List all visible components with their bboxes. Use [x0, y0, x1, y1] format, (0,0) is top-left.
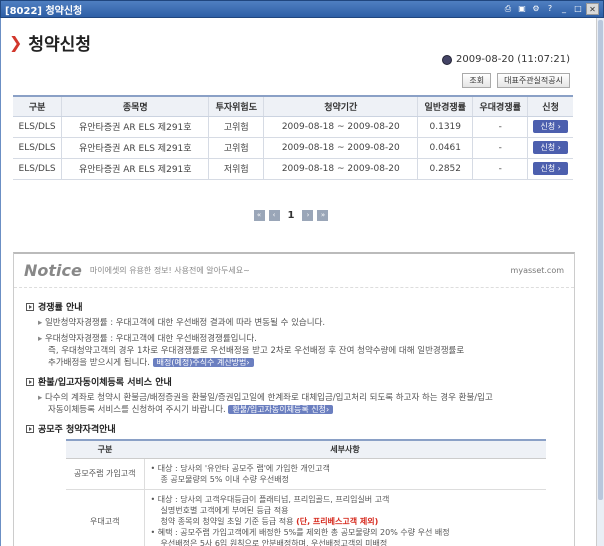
cell-pref: - [472, 158, 528, 180]
cell-name: 유안타증권 AR ELS 제291호 [61, 137, 209, 159]
apply-button[interactable]: 신청 › [533, 120, 568, 133]
table-row: ELS/DLS 유안타증권 AR ELS 제291호 저위험 2009-08-1… [13, 158, 573, 180]
col-header-apply: 신청 [527, 95, 573, 117]
cell-period: 2009-08-18 ~ 2009-08-20 [263, 158, 418, 180]
vertical-scrollbar[interactable] [596, 18, 604, 546]
detail-line: 실명번호별 고객에게 부여된 등급 적용 [160, 505, 289, 515]
bullet-icon [26, 377, 34, 386]
cell-general: 0.0461 [417, 137, 473, 159]
notice-line: 우대청약자경쟁률 : 우대고객에 대한 우선배정경쟁률입니다. [38, 333, 562, 345]
table-row: 우대고객 • 대상 : 당사의 고객우대등급이 플래티넘, 프리임골드, 프리임… [66, 489, 546, 546]
settings-icon[interactable]: ⚙ [530, 3, 542, 15]
table-row: 공모주랩 가입고객 • 대상 : 당사의 '유안타 공모주 랩'에 가입한 개인… [66, 458, 546, 490]
maximize-icon[interactable]: □ [572, 3, 584, 15]
notice-line: 다수의 계좌로 청약시 환불금/배정증권을 환불일/증권입고일에 한계좌로 대체… [38, 392, 562, 404]
datetime-text: 2009-08-20 (11:07:21) [455, 54, 570, 65]
heading-arrow-icon: ❯ [9, 33, 23, 52]
col-header-name: 종목명 [61, 95, 209, 117]
datetime-display: 2009-08-20 (11:07:21) [441, 54, 570, 65]
detail-line: 종 공모물량의 5% 이내 수량 우선배정 [160, 474, 289, 484]
notice-line: 자동이체등록 서비스를 신청하여 주시기 바랍니다. 환불/입고자동이체등록 신… [48, 404, 562, 416]
cell-general: 0.2852 [417, 158, 473, 180]
detail-line: • 대상 : 당사의 '유안타 공모주 랩'에 가입한 개인고객 [150, 463, 330, 473]
notice-panel: Notice 마이에셋의 유용한 정보! 사용전에 알아두세요~ myasset… [13, 252, 575, 546]
notice-line: 추가배정을 받으시게 됩니다. 배정(예정)주식수 계산방법› [48, 357, 562, 369]
col-header: 세부사항 [144, 439, 546, 459]
exception-note: (단, 프리베스고객 제외) [296, 516, 379, 526]
cell-name: 유안타증권 AR ELS 제291호 [61, 158, 209, 180]
table-row: ELS/DLS 유안타증권 AR ELS 제291호 고위험 2009-08-1… [13, 137, 573, 159]
section-title-eligibility: 공모주 청약자격안내 [26, 422, 562, 435]
clock-icon [441, 54, 452, 65]
detail-line: • 혜택 : 공모주랩 가입고객에게 배정한 5%를 제외한 총 공모물량의 2… [150, 527, 450, 537]
apply-button[interactable]: 신청 › [533, 141, 568, 154]
eligibility-table: 구분 세부사항 공모주랩 가입고객 • 대상 : 당사의 '유안타 공모주 랩'… [66, 439, 546, 546]
site-logo: myasset.com [510, 266, 564, 275]
cell-apply: 신청 › [527, 158, 573, 180]
col-header-general: 일반경쟁률 [417, 95, 473, 117]
pagination: « ‹ 1 › » [1, 210, 581, 221]
cell-apply: 신청 › [527, 137, 573, 159]
help-icon[interactable]: ? [544, 3, 556, 15]
cell-apply: 신청 › [527, 116, 573, 138]
notice-subtitle: 마이에셋의 유용한 정보! 사용전에 알아두세요~ [89, 266, 250, 275]
first-page-icon[interactable]: « [253, 210, 265, 221]
col-header-type: 구분 [13, 95, 62, 117]
apply-button[interactable]: 신청 › [533, 162, 568, 175]
table-row: ELS/DLS 유안타증권 AR ELS 제291호 고위험 2009-08-1… [13, 116, 573, 138]
subscription-table: 구분 종목명 투자위험도 청약기간 일반경쟁률 우대경쟁률 신청 ELS/DLS… [13, 95, 573, 180]
cell-risk: 고위험 [208, 137, 264, 159]
col-header-pref: 우대경쟁률 [472, 95, 528, 117]
detail-line: • 대상 : 당사의 고객우대등급이 플래티넘, 프리임골드, 프리임실버 고객 [150, 494, 390, 504]
cell-pref: - [472, 116, 528, 138]
detail-line: 우선배정은 5사 6입 원칙으로 안분배정하며, 우선배정고객의 미배정 [160, 538, 388, 546]
last-page-icon[interactable]: » [317, 210, 329, 221]
next-page-icon[interactable]: › [302, 210, 314, 221]
content-frame: ❯ 청약신청 2009-08-20 (11:07:21) 조회 대표주관실적공시… [0, 18, 596, 546]
save-icon[interactable]: ▣ [516, 3, 528, 15]
cell-type: ELS/DLS [13, 116, 62, 138]
detail-line: 청약 종목의 청약일 초일 기준 등급 적용 (단, 프리베스고객 제외) [160, 516, 379, 526]
cell-risk: 저위험 [208, 158, 264, 180]
cell-period: 2009-08-18 ~ 2009-08-20 [263, 116, 418, 138]
window-titlebar: [8022] 청약신청 ⎙ ▣ ⚙ ? _ □ ✕ [0, 0, 604, 18]
cell-pref: - [472, 137, 528, 159]
cell-risk: 고위험 [208, 116, 264, 138]
row-label: 우대고객 [66, 489, 145, 546]
bullet-icon [26, 424, 34, 433]
page-heading: ❯ 청약신청 [9, 30, 91, 55]
scrollbar-thumb[interactable] [598, 20, 603, 500]
print-icon[interactable]: ⎙ [502, 3, 514, 15]
col-header: 구분 [66, 439, 144, 459]
bullet-icon [26, 302, 34, 311]
row-label: 공모주랩 가입고객 [66, 458, 145, 490]
cell-general: 0.1319 [417, 116, 473, 138]
notice-title: Notice [24, 261, 82, 280]
cell-type: ELS/DLS [13, 137, 62, 159]
close-icon[interactable]: ✕ [586, 3, 599, 15]
rep-disclosure-button[interactable]: 대표주관실적공시 [497, 73, 570, 88]
minimize-icon[interactable]: _ [558, 3, 570, 15]
prev-page-icon[interactable]: ‹ [268, 210, 280, 221]
window-title: [8022] 청약신청 [5, 5, 83, 17]
section-title-refund: 환불/입고자동이체등록 서비스 안내 [26, 375, 562, 388]
query-button[interactable]: 조회 [462, 73, 492, 88]
page-title: 청약신청 [28, 35, 91, 55]
section-title-rate: 경쟁률 안내 [26, 300, 562, 313]
col-header-risk: 투자위험도 [208, 95, 264, 117]
cell-name: 유안타증권 AR ELS 제291호 [61, 116, 209, 138]
notice-line: 즉, 우대청약고객의 경우 1차로 우대경쟁률로 우선배정을 받고 2차로 우선… [48, 346, 465, 356]
refund-register-button[interactable]: 환불/입고자동이체등록 신청› [228, 405, 334, 414]
cell-period: 2009-08-18 ~ 2009-08-20 [263, 137, 418, 159]
cell-type: ELS/DLS [13, 158, 62, 180]
calc-method-button[interactable]: 배정(예정)주식수 계산방법› [152, 358, 254, 367]
current-page[interactable]: 1 [284, 210, 299, 221]
notice-line: 일반청약자경쟁률 : 우대고객에 대한 우선배정 결과에 따라 변동될 수 있습… [38, 317, 562, 329]
notice-header: Notice 마이에셋의 유용한 정보! 사용전에 알아두세요~ myasset… [14, 254, 574, 288]
col-header-period: 청약기간 [263, 95, 418, 117]
